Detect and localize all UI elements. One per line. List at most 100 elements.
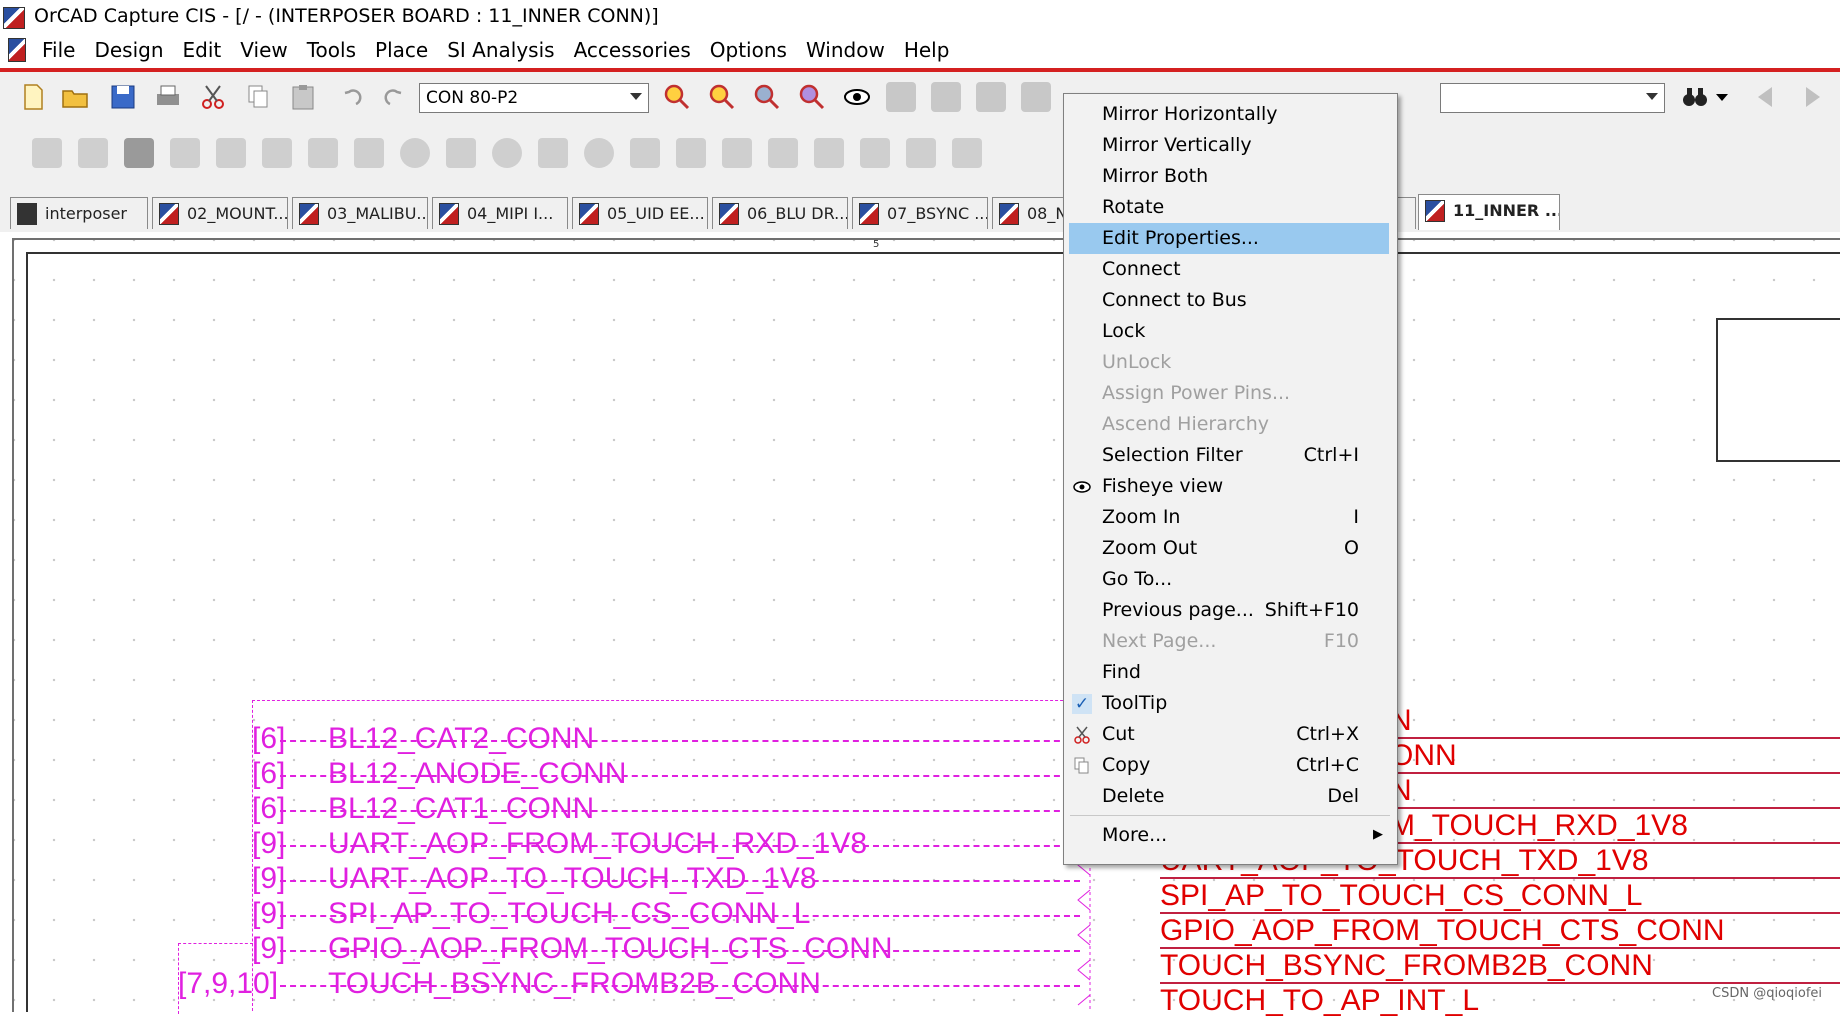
menu-si-analysis[interactable]: SI Analysis [447,38,554,62]
menu-item-mirror-horizontally[interactable]: Mirror Horizontally [1064,99,1397,130]
place-no-connect-icon[interactable] [584,138,614,168]
net-label[interactable]: TOUCH_BSYNC_FROMB2B_CONN [1160,949,1653,983]
net-label[interactable]: UART_AOP_TO_TOUCH_TXD_1V8 [328,862,817,896]
zoom-all-icon[interactable] [797,82,827,112]
next-arrow-icon[interactable] [1798,82,1828,112]
net-label[interactable]: M_TOUCH_RXD_1V8 [1390,809,1688,843]
menu-help[interactable]: Help [904,38,950,62]
menu-item-previous-page[interactable]: Previous page... Shift+F10 [1064,595,1397,626]
place-ellipse-icon[interactable] [768,138,798,168]
place-ieee-icon[interactable] [952,138,982,168]
menu-item-go-to[interactable]: Go To... [1064,564,1397,595]
menu-item-copy[interactable]: Copy Ctrl+C [1064,750,1397,781]
binoculars-icon[interactable] [1680,82,1710,112]
tab-05-uid[interactable]: 05_UID EE... [572,197,708,229]
part-combo[interactable]: CON 80-P2 [419,83,649,113]
place-picture-icon[interactable] [906,138,936,168]
tab-06-blu[interactable]: 06_BLU DR... [712,197,848,229]
place-junction-icon[interactable] [216,138,246,168]
place-line-icon[interactable] [630,138,660,168]
new-file-icon[interactable] [18,82,48,112]
place-text-icon[interactable] [860,138,890,168]
menu-item-selection-filter[interactable]: Selection Filter Ctrl+I [1064,440,1397,471]
place-hier-port-icon[interactable] [446,138,476,168]
tab-02-mount[interactable]: 02_MOUNT... [152,197,288,229]
net-label[interactable]: BL12_CAT2_CONN [328,722,594,756]
tab-11-inner[interactable]: 11_INNER ... [1418,194,1560,230]
place-hier-block-icon[interactable] [400,138,430,168]
tab-hidden[interactable] [1396,197,1416,229]
annotate-icon[interactable] [886,82,916,112]
menu-item-tooltip[interactable]: ✓ ToolTip [1064,688,1397,719]
place-hier-pin-icon[interactable] [492,138,522,168]
bom-icon[interactable] [1021,82,1051,112]
zoom-area-icon[interactable] [752,82,782,112]
net-label[interactable]: ONN [1390,739,1457,773]
net-label[interactable]: TOUCH_BSYNC_FROMB2B_CONN [328,967,821,1001]
scissors-icon[interactable] [198,82,228,112]
menu-item-zoom-in[interactable]: Zoom In I [1064,502,1397,533]
place-power-icon[interactable] [308,138,338,168]
net-label[interactable]: BL12_ANODE_CONN [328,757,626,791]
zoom-in-icon[interactable] [662,82,692,112]
menu-item-ascend-hierarchy[interactable]: Ascend Hierarchy [1064,409,1397,440]
orcad-app-icon[interactable] [3,7,25,29]
menu-item-rotate[interactable]: Rotate [1064,192,1397,223]
place-rectangle-icon[interactable] [722,138,752,168]
tab-04-mipi[interactable]: 04_MIPI I... [432,197,568,229]
menu-item-assign-power-pins[interactable]: Assign Power Pins... [1064,378,1397,409]
menu-accessories[interactable]: Accessories [574,38,691,62]
menu-item-next-page[interactable]: Next Page... F10 [1064,626,1397,657]
place-bus-icon[interactable] [170,138,200,168]
redo-icon[interactable] [380,82,410,112]
menu-item-lock[interactable]: Lock [1064,316,1397,347]
net-label[interactable]: SPI_AP_TO_TOUCH_CS_CONN_L [1160,879,1642,913]
menu-file[interactable]: File [42,38,75,62]
menu-item-mirror-vertically[interactable]: Mirror Vertically [1064,130,1397,161]
place-polyline-icon[interactable] [676,138,706,168]
drc-icon[interactable] [931,82,961,112]
open-folder-icon[interactable] [60,82,90,112]
menu-item-connect[interactable]: Connect [1064,254,1397,285]
menu-options[interactable]: Options [710,38,787,62]
menu-item-delete[interactable]: Delete Del [1064,781,1397,812]
save-icon[interactable] [108,82,138,112]
previous-arrow-icon[interactable] [1750,82,1780,112]
net-label[interactable]: UART_AOP_FROM_TOUCH_RXD_1V8 [328,827,867,861]
menu-view[interactable]: View [240,38,287,62]
eye-icon[interactable] [842,82,872,112]
net-label[interactable]: GPIO_AOP_FROM_TOUCH_CTS_CONN [328,932,893,966]
undo-icon[interactable] [336,82,366,112]
tab-interposer[interactable]: interposer [10,197,148,229]
find-options-chevron-icon[interactable] [1712,82,1742,112]
place-arc-icon[interactable] [814,138,844,168]
menu-item-more[interactable]: More... ▶ [1064,820,1397,851]
menu-design[interactable]: Design [94,38,163,62]
copy-icon[interactable] [243,82,273,112]
place-offpage-icon[interactable] [538,138,568,168]
print-icon[interactable] [153,82,183,112]
menu-place[interactable]: Place [375,38,428,62]
place-net-alias-icon[interactable] [124,138,154,168]
place-bus-entry-icon[interactable] [262,138,292,168]
menu-item-connect-to-bus[interactable]: Connect to Bus [1064,285,1397,316]
netlist-icon[interactable] [976,82,1006,112]
tab-07-bsync[interactable]: 07_BSYNC ... [852,197,988,229]
menu-edit[interactable]: Edit [183,38,222,62]
net-label[interactable]: TOUCH_TO_AP_INT_L [1160,984,1479,1018]
menu-item-find[interactable]: Find [1064,657,1397,688]
document-icon[interactable] [8,38,26,62]
tab-03-malibu[interactable]: 03_MALIBU... [292,197,428,229]
net-label[interactable]: BL12_CAT1_CONN [328,792,594,826]
menu-item-zoom-out[interactable]: Zoom Out O [1064,533,1397,564]
place-wire-icon[interactable] [78,138,108,168]
search-combo[interactable] [1440,83,1665,113]
menu-item-cut[interactable]: Cut Ctrl+X [1064,719,1397,750]
menu-item-edit-properties[interactable]: Edit Properties... [1069,223,1389,254]
net-label[interactable]: SPI_AP_TO_TOUCH_CS_CONN_L [328,897,810,931]
menu-item-unlock[interactable]: UnLock [1064,347,1397,378]
menu-window[interactable]: Window [806,38,885,62]
place-ground-icon[interactable] [354,138,384,168]
menu-tools[interactable]: Tools [307,38,356,62]
paste-icon[interactable] [288,82,318,112]
